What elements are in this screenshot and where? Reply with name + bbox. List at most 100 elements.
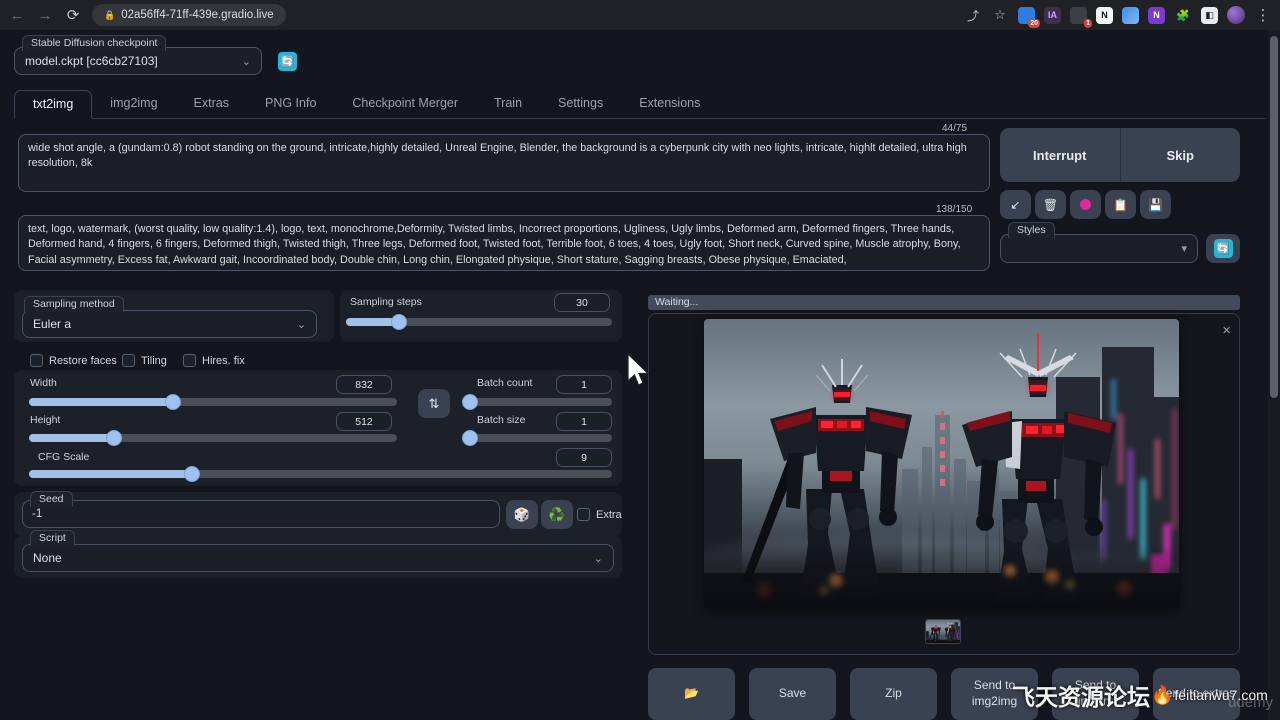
seed-input[interactable] bbox=[22, 500, 500, 528]
cfg-scale-slider[interactable] bbox=[29, 470, 612, 478]
restore-faces-label: Restore faces bbox=[49, 355, 117, 367]
gallery-thumbnail[interactable] bbox=[926, 620, 960, 643]
tiling-label: Tiling bbox=[141, 355, 167, 367]
cfg-scale-label: CFG Scale bbox=[38, 451, 89, 463]
slider-thumb[interactable] bbox=[106, 430, 122, 446]
slider-thumb[interactable] bbox=[165, 394, 181, 410]
tab-train[interactable]: Train bbox=[476, 90, 540, 118]
tab-settings[interactable]: Settings bbox=[540, 90, 621, 118]
tiling-option[interactable]: Tiling bbox=[122, 354, 167, 367]
hires-fix-label: Hires. fix bbox=[202, 355, 245, 367]
ext-photos-icon[interactable] bbox=[1122, 7, 1139, 24]
reuse-seed-button[interactable]: ♻️ bbox=[541, 500, 573, 529]
apply-style-button[interactable]: 📋 bbox=[1105, 190, 1136, 219]
extra-seed-checkbox[interactable] bbox=[577, 508, 590, 521]
skip-button[interactable]: Skip bbox=[1121, 128, 1241, 182]
tab-img2img[interactable]: img2img bbox=[92, 90, 175, 118]
extra-seed-label: Extra bbox=[596, 509, 622, 521]
clear-prompt-button[interactable]: 🗑 bbox=[1035, 190, 1066, 219]
width-slider[interactable] bbox=[29, 398, 397, 406]
url-text: 02a56ff4-71ff-439e.gradio.live bbox=[121, 9, 273, 21]
progress-text: Waiting... bbox=[655, 296, 698, 308]
script-select[interactable]: None ⌄ bbox=[22, 544, 614, 572]
url-bar[interactable]: 🔒 02a56ff4-71ff-439e.gradio.live bbox=[92, 4, 286, 26]
batch-count-slider[interactable] bbox=[470, 398, 612, 406]
checkpoint-refresh-button[interactable]: 🔄 bbox=[276, 50, 299, 73]
chevron-down-icon: ⌄ bbox=[594, 552, 603, 565]
extra-networks-button[interactable] bbox=[1070, 190, 1101, 219]
send-to-inpaint-button[interactable]: Send to inpaint bbox=[1052, 668, 1139, 720]
prompt-counter: 44/75 bbox=[942, 123, 967, 134]
generate-controls: Interrupt Skip bbox=[1000, 128, 1240, 182]
swap-dimensions-button[interactable]: ⇅ bbox=[418, 389, 450, 418]
tab-extras[interactable]: Extras bbox=[176, 90, 247, 118]
random-seed-button[interactable]: 🎲 bbox=[506, 500, 538, 529]
sampling-method-select[interactable]: Euler a ⌄ bbox=[22, 310, 317, 338]
hires-fix-option[interactable]: Hires. fix bbox=[183, 354, 245, 367]
profile-avatar[interactable] bbox=[1227, 6, 1245, 24]
batch-size-label: Batch size bbox=[477, 414, 525, 426]
browser-chrome: ← → ⟳ 🔒 02a56ff4-71ff-439e.gradio.live ⤴… bbox=[0, 0, 1280, 30]
refresh-icon: 🔄 bbox=[278, 52, 297, 71]
batch-size-slider[interactable] bbox=[470, 434, 612, 442]
send-to-img2img-button[interactable]: Send to img2img bbox=[951, 668, 1038, 720]
share-icon[interactable]: ⤴ bbox=[964, 7, 982, 24]
paste-params-button[interactable]: ↙ bbox=[1000, 190, 1031, 219]
open-folder-button[interactable]: 📂 bbox=[648, 668, 735, 720]
generated-image[interactable] bbox=[704, 319, 1179, 609]
slider-thumb[interactable] bbox=[462, 430, 478, 446]
negative-prompt-input[interactable]: text, logo, watermark, (worst quality, l… bbox=[18, 215, 990, 271]
send-to-extras-button[interactable]: Send to extras bbox=[1153, 668, 1240, 720]
extensions-puzzle-icon[interactable]: 🧩 bbox=[1174, 9, 1192, 22]
width-label: Width bbox=[30, 377, 57, 389]
height-value[interactable]: 512 bbox=[336, 412, 392, 431]
tab-png-info[interactable]: PNG Info bbox=[247, 90, 334, 118]
browser-menu-icon[interactable]: ⋮ bbox=[1254, 6, 1272, 24]
ext-ia-icon[interactable]: IA bbox=[1044, 7, 1061, 24]
slider-thumb[interactable] bbox=[462, 394, 478, 410]
forward-icon[interactable]: → bbox=[36, 7, 54, 24]
main-tabs: txt2img img2img Extras PNG Info Checkpoi… bbox=[14, 90, 1266, 119]
styles-select[interactable]: ▾ bbox=[1000, 234, 1198, 263]
ext-notion-icon[interactable]: N bbox=[1096, 7, 1113, 24]
tiling-checkbox[interactable] bbox=[122, 354, 135, 367]
zip-button[interactable]: Zip bbox=[850, 668, 937, 720]
interrupt-button[interactable]: Interrupt bbox=[1000, 128, 1120, 182]
output-gallery: × bbox=[648, 313, 1240, 655]
batch-size-value[interactable]: 1 bbox=[556, 412, 612, 431]
chevron-down-icon: ⌄ bbox=[297, 318, 306, 331]
close-icon[interactable]: × bbox=[1222, 322, 1231, 339]
width-value[interactable]: 832 bbox=[336, 375, 392, 394]
styles-refresh-button[interactable]: 🔄 bbox=[1206, 234, 1240, 263]
ext-screenshot-icon[interactable]: 1 bbox=[1070, 7, 1087, 24]
save-style-button[interactable]: 💾 bbox=[1140, 190, 1171, 219]
tab-checkpoint-merger[interactable]: Checkpoint Merger bbox=[334, 90, 476, 118]
prompt-input[interactable]: wide shot angle, a (gundam:0.8) robot st… bbox=[18, 134, 990, 192]
script-label: Script bbox=[30, 530, 75, 546]
output-actions: 📂 Save Zip Send to img2img Send to inpai… bbox=[648, 668, 1240, 720]
checkpoint-label: Stable Diffusion checkpoint bbox=[22, 35, 166, 51]
back-icon[interactable]: ← bbox=[8, 7, 26, 24]
sampling-steps-slider[interactable] bbox=[346, 318, 612, 326]
restore-faces-option[interactable]: Restore faces bbox=[30, 354, 117, 367]
ext-pin-icon[interactable]: 20 bbox=[1018, 7, 1035, 24]
bookmark-star-icon[interactable]: ☆ bbox=[991, 7, 1009, 23]
hires-fix-checkbox[interactable] bbox=[183, 354, 196, 367]
reload-icon[interactable]: ⟳ bbox=[64, 6, 82, 24]
progress-bar: Waiting... bbox=[648, 295, 1240, 310]
styles-label: Styles bbox=[1008, 222, 1055, 238]
batch-count-value[interactable]: 1 bbox=[556, 375, 612, 394]
save-button[interactable]: Save bbox=[749, 668, 836, 720]
scrollbar-thumb[interactable] bbox=[1270, 36, 1278, 398]
folder-icon: 📂 bbox=[684, 686, 699, 702]
page-scrollbar[interactable] bbox=[1268, 30, 1280, 720]
extra-seed-option[interactable]: Extra bbox=[577, 508, 622, 521]
checkpoint-select[interactable]: model.ckpt [cc6cb27103] ⌄ bbox=[14, 47, 262, 75]
tab-txt2img[interactable]: txt2img bbox=[14, 90, 92, 119]
ext-onenote-icon[interactable]: N bbox=[1148, 7, 1165, 24]
sampling-steps-value[interactable]: 30 bbox=[554, 293, 610, 312]
cfg-scale-value[interactable]: 9 bbox=[556, 448, 612, 467]
height-slider[interactable] bbox=[29, 434, 397, 442]
tab-extensions[interactable]: Extensions bbox=[621, 90, 718, 118]
restore-faces-checkbox[interactable] bbox=[30, 354, 43, 367]
